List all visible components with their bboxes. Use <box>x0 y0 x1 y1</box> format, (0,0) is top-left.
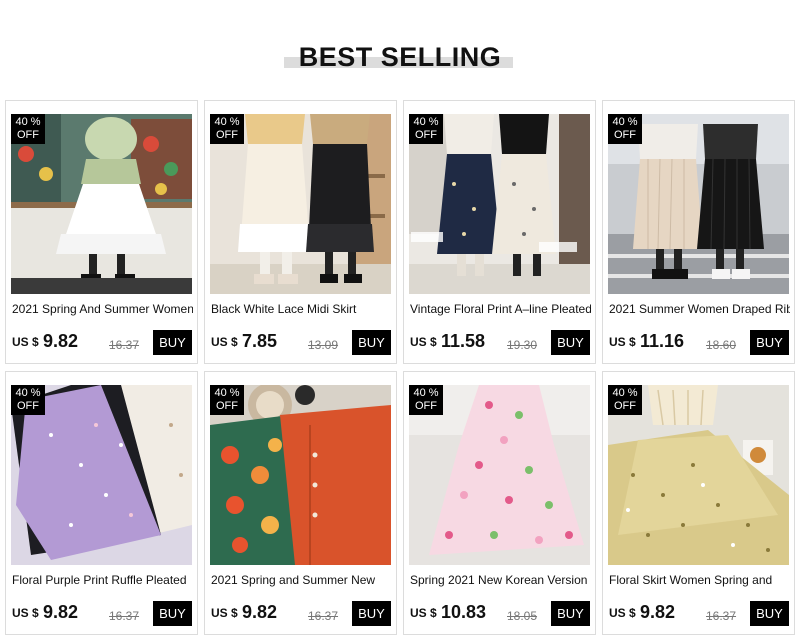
currency-label: US $ <box>12 606 39 620</box>
price-row: US $ 9.82 16.37 BUY <box>609 601 792 626</box>
original-price: 18.60 <box>706 338 737 352</box>
discount-off-label: OFF <box>614 400 636 412</box>
current-price: 11.58 <box>441 331 486 351</box>
discount-off-label: OFF <box>17 129 39 141</box>
product-title[interactable]: 2021 Summer Women Draped Rib <box>609 302 790 316</box>
discount-percent: 40 % <box>612 116 638 128</box>
buy-button[interactable]: BUY <box>551 330 590 355</box>
currency-label: US $ <box>211 606 238 620</box>
buy-button[interactable]: BUY <box>153 330 192 355</box>
product-card[interactable]: 40 % OFF Vintage Floral Print A–line Ple… <box>403 100 596 364</box>
discount-percent: 40 % <box>214 116 240 128</box>
current-price: 9.82 <box>640 602 676 622</box>
buy-button[interactable]: BUY <box>352 330 391 355</box>
product-title[interactable]: Vintage Floral Print A–line Pleated <box>410 302 591 316</box>
product-card[interactable]: 40 % OFF Spring 2021 New Korean Version … <box>403 371 596 635</box>
discount-percent: 40 % <box>214 387 240 399</box>
buy-button[interactable]: BUY <box>750 601 789 626</box>
discount-badge: 40 % OFF <box>210 385 244 415</box>
current-price: 11.16 <box>640 331 685 351</box>
product-grid: 40 % OFF 2021 Spring And Summer Women US… <box>5 100 797 636</box>
section-title: BEST SELLING <box>298 42 502 72</box>
discount-badge: 40 % OFF <box>210 114 244 144</box>
section-heading: BEST SELLING <box>0 38 800 82</box>
current-price: 7.85 <box>242 331 278 351</box>
original-price: 16.37 <box>706 609 737 623</box>
discount-badge: 40 % OFF <box>409 114 443 144</box>
product-title[interactable]: Spring 2021 New Korean Version <box>410 573 591 587</box>
original-price: 13.09 <box>308 338 339 352</box>
original-price: 16.37 <box>109 609 140 623</box>
original-price: 16.37 <box>308 609 339 623</box>
discount-percent: 40 % <box>413 387 439 399</box>
current-price: 9.82 <box>43 602 79 622</box>
currency-label: US $ <box>609 606 636 620</box>
buy-button[interactable]: BUY <box>750 330 789 355</box>
price-row: US $ 9.82 16.37 BUY <box>12 601 195 626</box>
discount-off-label: OFF <box>17 400 39 412</box>
discount-badge: 40 % OFF <box>608 114 642 144</box>
buy-button[interactable]: BUY <box>153 601 192 626</box>
current-price: 10.83 <box>441 602 487 622</box>
product-title[interactable]: 2021 Spring and Summer New <box>211 573 392 587</box>
currency-label: US $ <box>410 606 437 620</box>
price-row: US $ 7.85 13.09 BUY <box>211 330 394 355</box>
product-card[interactable]: 40 % OFF 2021 Spring and Summer New US $… <box>204 371 397 635</box>
discount-badge: 40 % OFF <box>11 385 45 415</box>
product-title[interactable]: Floral Purple Print Ruffle Pleated <box>12 573 193 587</box>
buy-button[interactable]: BUY <box>551 601 590 626</box>
discount-badge: 40 % OFF <box>11 114 45 144</box>
current-price: 9.82 <box>242 602 278 622</box>
currency-label: US $ <box>609 335 636 349</box>
original-price: 18.05 <box>507 609 538 623</box>
discount-percent: 40 % <box>15 116 41 128</box>
product-title[interactable]: 2021 Spring And Summer Women <box>12 302 193 316</box>
price-row: US $ 11.16 18.60 BUY <box>609 330 792 355</box>
original-price: 19.30 <box>507 338 538 352</box>
discount-badge: 40 % OFF <box>409 385 443 415</box>
currency-label: US $ <box>410 335 437 349</box>
product-card[interactable]: 40 % OFF 2021 Summer Women Draped Rib US… <box>602 100 795 364</box>
price-row: US $ 9.82 16.37 BUY <box>211 601 394 626</box>
discount-off-label: OFF <box>216 400 238 412</box>
buy-button[interactable]: BUY <box>352 601 391 626</box>
discount-percent: 40 % <box>612 387 638 399</box>
currency-label: US $ <box>12 335 39 349</box>
product-card[interactable]: 40 % OFF Floral Skirt Women Spring and U… <box>602 371 795 635</box>
discount-badge: 40 % OFF <box>608 385 642 415</box>
price-row: US $ 11.58 19.30 BUY <box>410 330 593 355</box>
price-row: US $ 9.82 16.37 BUY <box>12 330 195 355</box>
product-card[interactable]: 40 % OFF 2021 Spring And Summer Women US… <box>5 100 198 364</box>
discount-percent: 40 % <box>15 387 41 399</box>
discount-off-label: OFF <box>415 400 437 412</box>
price-row: US $ 10.83 18.05 BUY <box>410 601 593 626</box>
currency-label: US $ <box>211 335 238 349</box>
discount-off-label: OFF <box>614 129 636 141</box>
current-price: 9.82 <box>43 331 79 351</box>
original-price: 16.37 <box>109 338 140 352</box>
product-title[interactable]: Floral Skirt Women Spring and <box>609 573 790 587</box>
product-title[interactable]: Black White Lace Midi Skirt <box>211 302 392 316</box>
discount-percent: 40 % <box>413 116 439 128</box>
discount-off-label: OFF <box>415 129 437 141</box>
product-card[interactable]: 40 % OFF Floral Purple Print Ruffle Plea… <box>5 371 198 635</box>
discount-off-label: OFF <box>216 129 238 141</box>
product-card[interactable]: 40 % OFF Black White Lace Midi Skirt US … <box>204 100 397 364</box>
